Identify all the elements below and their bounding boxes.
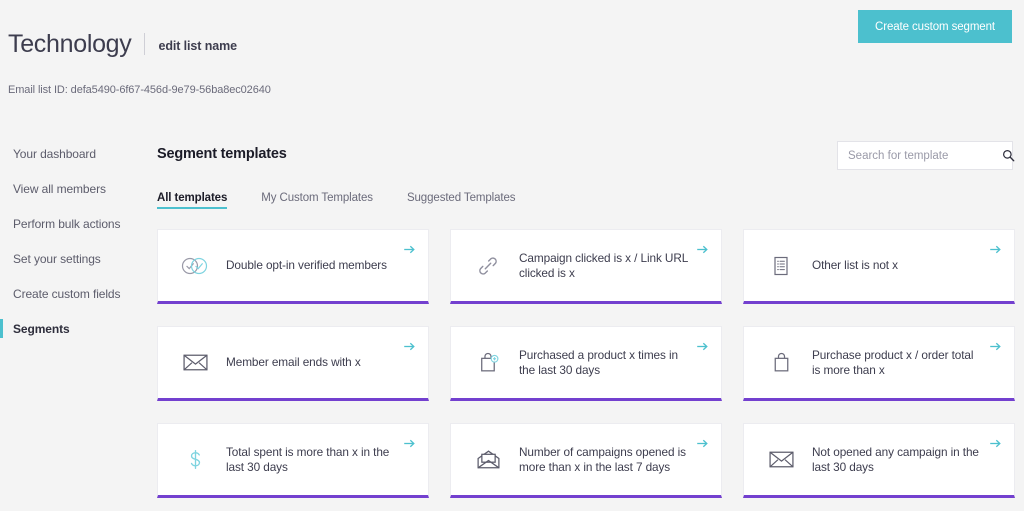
sidebar-item-label: Segments: [13, 321, 70, 336]
shopping-bag-plus-icon: [471, 346, 505, 380]
arrow-right-icon[interactable]: [696, 437, 709, 450]
arrow-right-icon[interactable]: [403, 437, 416, 450]
search-template-box[interactable]: [837, 141, 1015, 170]
arrow-right-icon[interactable]: [989, 437, 1002, 450]
template-card-double-opt-in[interactable]: Double opt-in verified members: [157, 229, 429, 304]
template-card-campaign-clicked[interactable]: Campaign clicked is x / Link URL clicked…: [450, 229, 722, 304]
template-card-label: Total spent is more than x in the last 3…: [226, 444, 390, 474]
sidebar-item-perform-bulk-actions[interactable]: Perform bulk actions: [0, 206, 140, 241]
template-card-email-ends-with[interactable]: Member email ends with x: [157, 326, 429, 401]
open-envelope-icon: [471, 443, 505, 477]
arrow-right-icon[interactable]: [403, 340, 416, 353]
link-icon: [471, 249, 505, 283]
sidebar-item-create-custom-fields[interactable]: Create custom fields: [0, 276, 140, 311]
page-title: Technology: [8, 30, 132, 58]
envelope-icon: [178, 346, 212, 380]
template-card-total-spent[interactable]: Total spent is more than x in the last 3…: [157, 423, 429, 498]
sidebar-item-label: View all members: [13, 181, 106, 196]
edit-list-name-link[interactable]: edit list name: [158, 36, 237, 53]
arrow-right-icon[interactable]: [403, 243, 416, 256]
search-icon[interactable]: [1002, 149, 1015, 162]
template-card-purchased-product-times[interactable]: Purchased a product x times in the last …: [450, 326, 722, 401]
title-divider: [144, 33, 146, 55]
title-row: Technology edit list name: [8, 28, 237, 60]
envelope-icon: [764, 443, 798, 477]
sidebar-item-label: Set your settings: [13, 251, 101, 266]
template-tabs: All templates My Custom Templates Sugges…: [157, 192, 516, 209]
arrow-right-icon[interactable]: [696, 340, 709, 353]
tab-my-custom-templates[interactable]: My Custom Templates: [261, 192, 373, 209]
list-document-icon: [764, 249, 798, 283]
template-card-label: Number of campaigns opened is more than …: [519, 444, 686, 474]
sidebar-item-segments[interactable]: Segments: [0, 311, 140, 346]
email-list-id: Email list ID: defa5490-6f67-456d-9e79-5…: [8, 84, 271, 96]
template-card-other-list-not[interactable]: Other list is not x: [743, 229, 1015, 304]
template-card-label: Campaign clicked is x / Link URL clicked…: [519, 250, 688, 280]
template-card-purchase-order-total[interactable]: Purchase product x / order total is more…: [743, 326, 1015, 401]
arrow-right-icon[interactable]: [989, 243, 1002, 256]
sidebar-item-label: Your dashboard: [13, 146, 96, 161]
template-card-grid: Double opt-in verified members Campaign …: [157, 229, 1015, 498]
sidebar-item-set-your-settings[interactable]: Set your settings: [0, 241, 140, 276]
template-card-label: Purchased a product x times in the last …: [519, 347, 678, 377]
template-card-label: Purchase product x / order total is more…: [812, 347, 974, 377]
template-card-label: Not opened any campaign in the last 30 d…: [812, 444, 979, 474]
arrow-right-icon[interactable]: [989, 340, 1002, 353]
section-title: Segment templates: [157, 146, 287, 162]
sidebar-item-label: Perform bulk actions: [13, 216, 121, 231]
shopping-bag-icon: [764, 346, 798, 380]
dollar-sign-icon: [178, 443, 212, 477]
template-card-label: Double opt-in verified members: [226, 258, 387, 272]
active-indicator-bar: [0, 319, 3, 338]
double-check-circles-icon: [178, 249, 212, 283]
create-custom-segment-button[interactable]: Create custom segment: [858, 10, 1012, 43]
sidebar: Your dashboard View all members Perform …: [0, 124, 140, 346]
sidebar-item-label: Create custom fields: [13, 286, 121, 301]
sidebar-item-your-dashboard[interactable]: Your dashboard: [0, 136, 140, 171]
template-card-campaigns-opened[interactable]: Number of campaigns opened is more than …: [450, 423, 722, 498]
tab-all-templates[interactable]: All templates: [157, 192, 228, 209]
tab-suggested-templates[interactable]: Suggested Templates: [407, 192, 516, 209]
page-header: Technology edit list name Email list ID:…: [0, 0, 1024, 118]
sidebar-item-view-all-members[interactable]: View all members: [0, 171, 140, 206]
search-input[interactable]: [848, 149, 1002, 162]
template-card-label: Member email ends with x: [226, 355, 361, 369]
page-root: Technology edit list name Email list ID:…: [0, 0, 1024, 511]
arrow-right-icon[interactable]: [696, 243, 709, 256]
template-card-label: Other list is not x: [812, 258, 898, 272]
template-card-not-opened-campaign[interactable]: Not opened any campaign in the last 30 d…: [743, 423, 1015, 498]
